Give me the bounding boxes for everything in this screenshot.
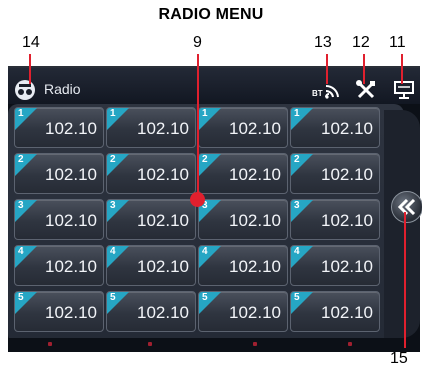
preset-index: 1	[18, 108, 24, 119]
preset-button[interactable]: 3 102.10	[290, 199, 380, 240]
preset-frequency: 102.10	[229, 303, 281, 322]
preset-button[interactable]: 2 102.10	[14, 153, 104, 194]
preset-index: 5	[18, 292, 24, 303]
bt-label: BT	[312, 89, 323, 98]
display-icon[interactable]	[392, 79, 416, 101]
preset-frequency: 102.10	[229, 257, 281, 276]
callout-line-11	[401, 54, 403, 84]
preset-index: 2	[294, 154, 300, 165]
preset-button[interactable]: 1 102.10	[198, 107, 288, 148]
preset-button[interactable]: 2 102.10	[290, 153, 380, 194]
preset-button[interactable]: 4 102.10	[14, 245, 104, 286]
preset-button[interactable]: 2 102.10	[198, 153, 288, 194]
preset-index: 1	[110, 108, 116, 119]
preset-frequency: 102.10	[321, 303, 373, 322]
preset-index: 4	[202, 246, 208, 257]
app-title: Radio	[44, 81, 81, 97]
bottom-strip	[8, 338, 420, 350]
preset-frequency: 102.10	[229, 165, 281, 184]
preset-frequency: 102.10	[45, 119, 97, 138]
panel-side	[384, 110, 420, 338]
callout-line-14	[29, 54, 31, 84]
preset-button[interactable]: 5 102.10	[198, 291, 288, 332]
preset-button[interactable]: 4 102.10	[290, 245, 380, 286]
preset-button[interactable]: 5 102.10	[290, 291, 380, 332]
preset-frequency: 102.10	[229, 119, 281, 138]
preset-frequency: 102.10	[321, 165, 373, 184]
preset-index: 3	[18, 200, 24, 211]
preset-frequency: 102.10	[137, 211, 189, 230]
preset-frequency: 102.10	[137, 119, 189, 138]
preset-index: 5	[294, 292, 300, 303]
radio-app-icon[interactable]	[14, 79, 36, 101]
preset-frequency: 102.10	[137, 257, 189, 276]
preset-frequency: 102.10	[45, 211, 97, 230]
preset-index: 2	[18, 154, 24, 165]
callout-line-15	[404, 212, 406, 348]
preset-index: 5	[202, 292, 208, 303]
preset-button[interactable]: 4 102.10	[106, 245, 196, 286]
preset-index: 4	[110, 246, 116, 257]
preset-button[interactable]: 5 102.10	[106, 291, 196, 332]
preset-button[interactable]: 5 102.10	[14, 291, 104, 332]
preset-frequency: 102.10	[321, 257, 373, 276]
callout-14: 14	[22, 34, 40, 51]
preset-button[interactable]: 1 102.10	[106, 107, 196, 148]
callout-13: 13	[314, 34, 332, 51]
callout-dot-9	[190, 192, 205, 207]
preset-index: 1	[202, 108, 208, 119]
scroll-button[interactable]	[391, 191, 422, 223]
preset-index: 2	[110, 154, 116, 165]
preset-index: 3	[294, 200, 300, 211]
callout-line-12	[363, 54, 365, 84]
preset-index: 1	[294, 108, 300, 119]
preset-index: 4	[294, 246, 300, 257]
callout-line-9	[197, 54, 199, 194]
double-chevron-left-icon	[398, 199, 416, 215]
preset-frequency: 102.10	[321, 211, 373, 230]
preset-frequency: 102.10	[137, 303, 189, 322]
preset-frequency: 102.10	[229, 211, 281, 230]
callout-15: 15	[390, 350, 408, 367]
preset-button[interactable]: 3 102.10	[198, 199, 288, 240]
callout-line-13	[326, 54, 328, 84]
preset-frequency: 102.10	[137, 165, 189, 184]
preset-button[interactable]: 1 102.10	[14, 107, 104, 148]
callout-11: 11	[389, 34, 406, 51]
callout-12: 12	[352, 34, 370, 51]
preset-index: 5	[110, 292, 116, 303]
preset-frequency: 102.10	[45, 165, 97, 184]
preset-frequency: 102.10	[321, 119, 373, 138]
preset-frequency: 102.10	[45, 303, 97, 322]
preset-frequency: 102.10	[45, 257, 97, 276]
preset-index: 2	[202, 154, 208, 165]
page-heading: RADIO MENU	[158, 6, 264, 23]
preset-index: 4	[18, 246, 24, 257]
preset-button[interactable]: 4 102.10	[198, 245, 288, 286]
preset-button[interactable]: 3 102.10	[106, 199, 196, 240]
preset-button[interactable]: 1 102.10	[290, 107, 380, 148]
preset-button[interactable]: 3 102.10	[14, 199, 104, 240]
callout-9: 9	[193, 34, 202, 51]
preset-button[interactable]: 2 102.10	[106, 153, 196, 194]
preset-index: 3	[110, 200, 116, 211]
settings-tools-icon[interactable]	[355, 79, 377, 101]
